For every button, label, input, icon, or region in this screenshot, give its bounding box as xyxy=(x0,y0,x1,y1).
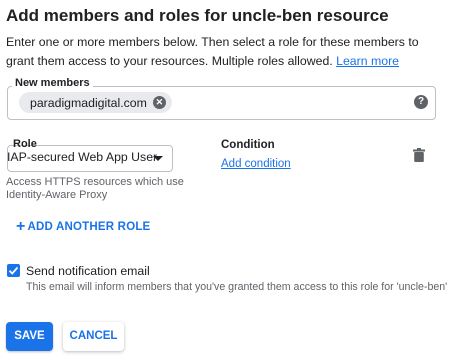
add-role-label: ADD ANOTHER ROLE xyxy=(27,221,151,233)
role-hint: Access HTTPS resources which use Identit… xyxy=(6,176,184,201)
dropdown-arrow-icon[interactable] xyxy=(153,156,163,161)
notification-subtext: This email will inform members that you'… xyxy=(26,281,448,293)
description: Enter one or more members below. Then se… xyxy=(6,33,446,71)
help-icon[interactable]: ? xyxy=(414,95,428,109)
add-another-role-button[interactable]: + ADD ANOTHER ROLE xyxy=(16,218,151,235)
notification-checkbox[interactable] xyxy=(7,264,20,277)
dialog-title: Add members and roles for uncle-ben reso… xyxy=(6,6,389,25)
learn-more-link[interactable]: Learn more xyxy=(336,54,399,68)
add-condition-link[interactable]: Add condition xyxy=(221,158,291,170)
member-chip: paradigmadigital.com ✕ xyxy=(19,92,172,113)
plus-icon: + xyxy=(16,218,26,235)
trash-icon[interactable] xyxy=(413,148,425,162)
condition-label: Condition xyxy=(221,139,275,151)
new-members-label: New members xyxy=(12,77,93,89)
save-button[interactable]: SAVE xyxy=(6,322,53,351)
cancel-circle-icon[interactable]: ✕ xyxy=(152,96,166,109)
cancel-button[interactable]: CANCEL xyxy=(63,322,124,351)
role-selected-value: IAP-secured Web App User xyxy=(7,150,158,164)
notification-label: Send notification email xyxy=(26,264,150,278)
member-chip-label: paradigmadigital.com xyxy=(30,95,147,110)
role-label: Role xyxy=(13,138,37,150)
